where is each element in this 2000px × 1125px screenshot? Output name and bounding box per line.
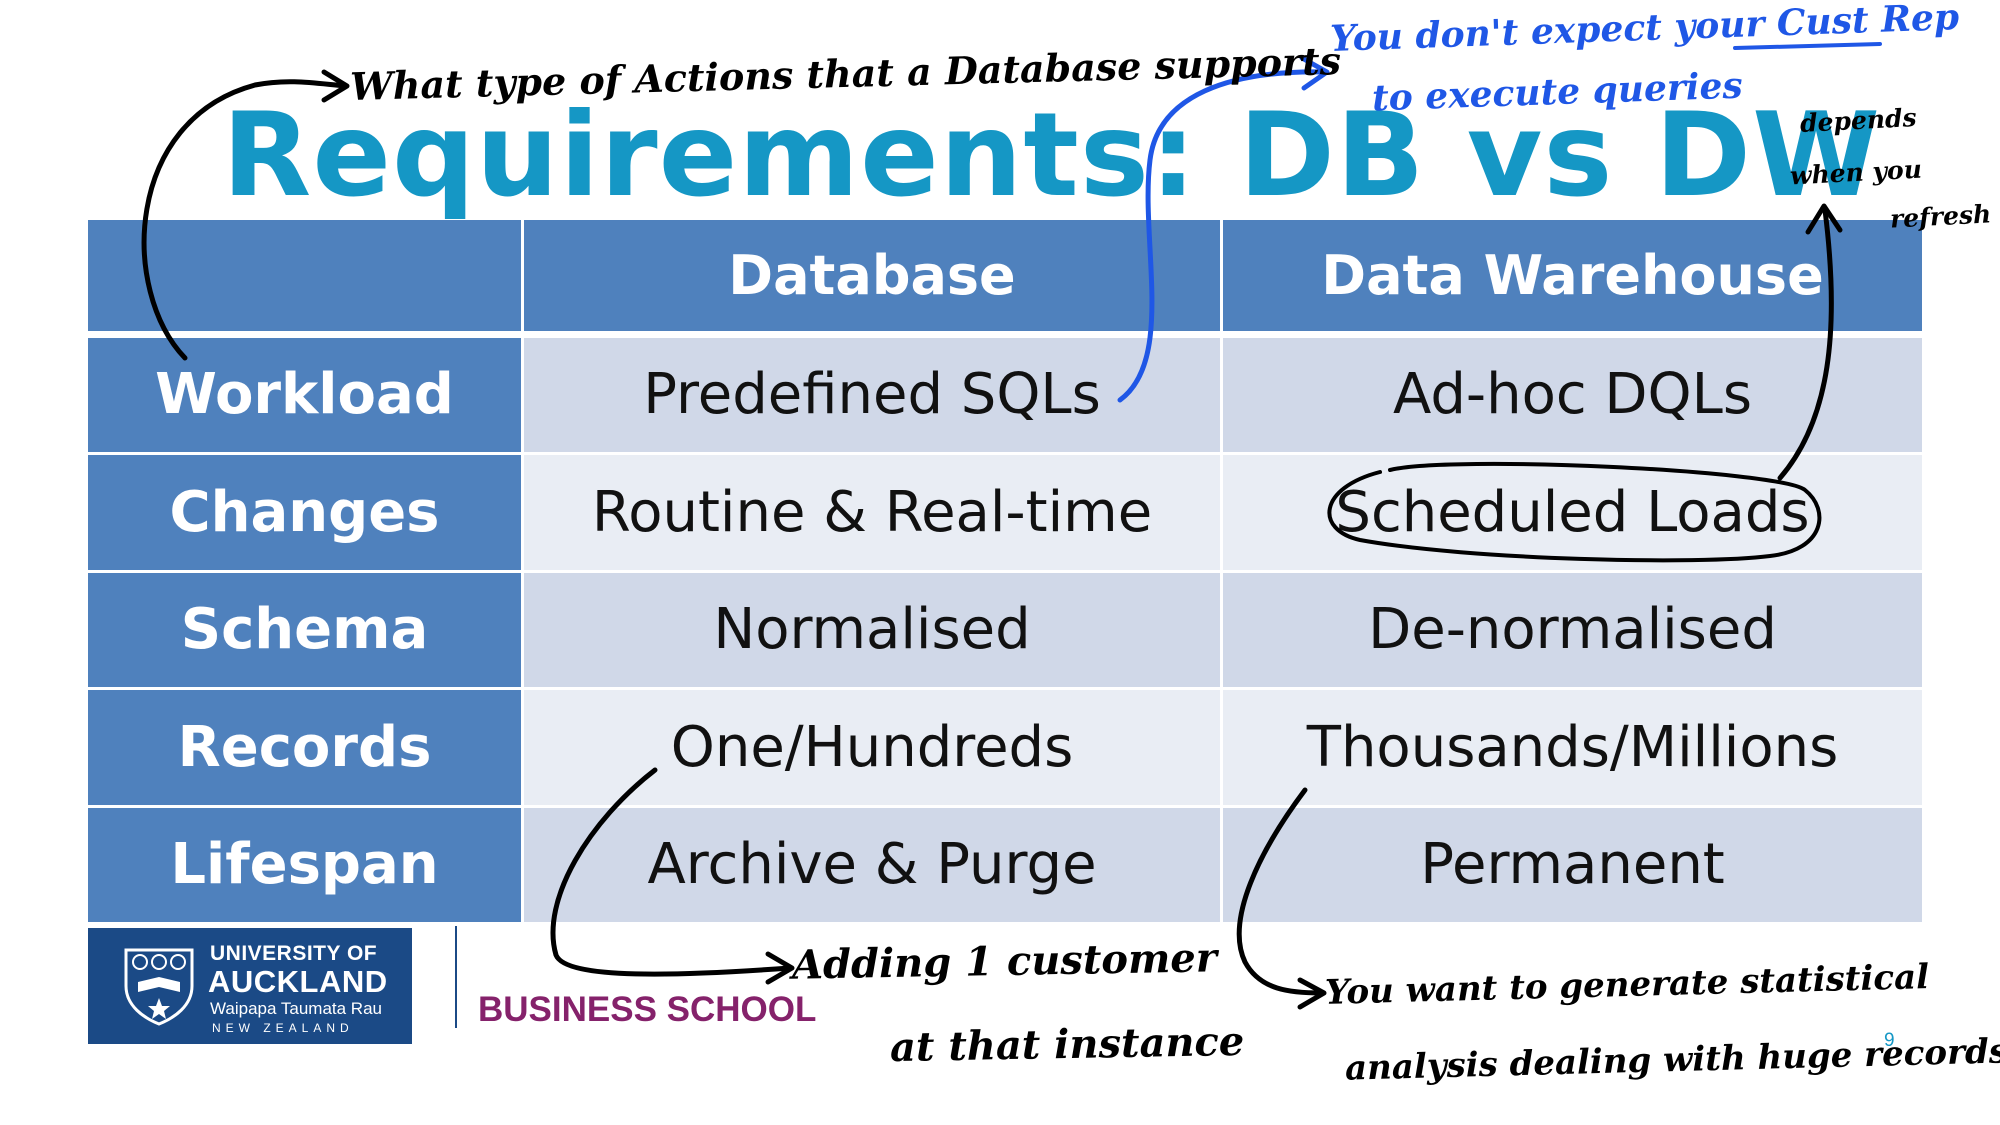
ink-arrow-statistical [1236,787,1325,996]
annotation-refresh-line3: refresh [1889,199,1992,234]
annotation-adding-line1: Adding 1 customer [791,934,1218,989]
annotation-adding-line2: at that instance [889,1017,1245,1072]
ink-arrow-adding-customer [550,767,793,977]
ink-arrow-cust-rep [1117,69,1328,403]
annotation-refresh-line2: when you [1789,154,1923,191]
ink-circle-scheduled-loads [1327,461,1822,563]
ink-arrow-actions [141,79,349,361]
ink-arrow-refresh [1777,207,1834,481]
annotation-refresh-line1: depends [1799,102,1918,139]
